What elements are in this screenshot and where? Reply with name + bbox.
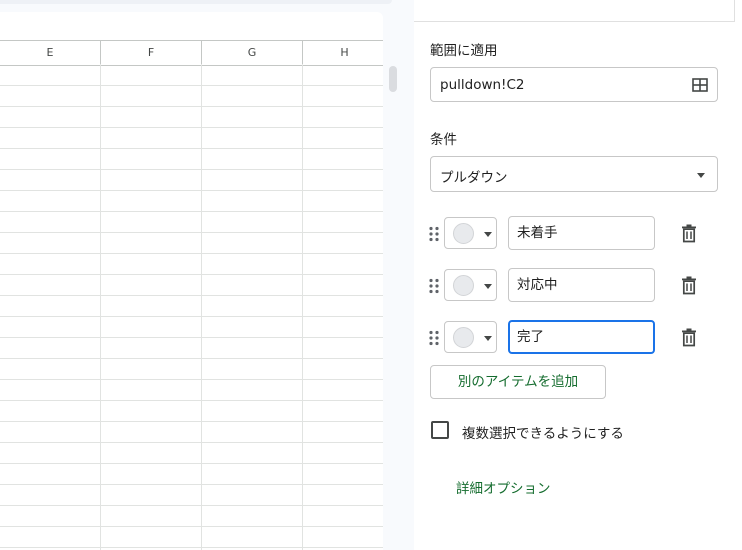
table-row[interactable] bbox=[0, 191, 383, 212]
dropdown-item: 対応中 bbox=[428, 268, 728, 303]
dropdown-item: 未着手 bbox=[428, 216, 728, 251]
drag-handle-icon[interactable] bbox=[428, 226, 440, 242]
range-label: 範囲に適用 bbox=[430, 43, 498, 59]
sheet-card: E F G H bbox=[0, 12, 383, 550]
scrollbar-thumb[interactable] bbox=[389, 66, 397, 92]
table-row[interactable] bbox=[0, 422, 383, 443]
column-header-row: E F G H bbox=[0, 40, 383, 66]
column-header-g[interactable]: G bbox=[202, 41, 303, 65]
table-row[interactable] bbox=[0, 359, 383, 380]
table-row[interactable] bbox=[0, 380, 383, 401]
table-row[interactable] bbox=[0, 107, 383, 128]
table-row[interactable] bbox=[0, 233, 383, 254]
table-row[interactable] bbox=[0, 443, 383, 464]
item-color-button[interactable] bbox=[444, 217, 497, 249]
toolbar-edge bbox=[0, 0, 392, 4]
table-row[interactable] bbox=[0, 128, 383, 149]
add-item-button[interactable]: 別のアイテムを追加 bbox=[430, 365, 606, 399]
condition-value: プルダウン bbox=[440, 170, 508, 186]
drag-handle-icon[interactable] bbox=[428, 278, 440, 294]
spreadsheet-area: E F G H bbox=[0, 0, 400, 550]
table-row[interactable] bbox=[0, 296, 383, 317]
table-row[interactable] bbox=[0, 464, 383, 485]
item-value-input[interactable]: 対応中 bbox=[508, 268, 655, 302]
chevron-down-icon bbox=[484, 232, 492, 237]
chevron-down-icon bbox=[697, 173, 705, 178]
multi-select-label[interactable]: 複数選択できるようにする bbox=[462, 422, 624, 442]
table-row[interactable] bbox=[0, 86, 383, 107]
trash-icon[interactable] bbox=[681, 276, 697, 295]
table-row[interactable] bbox=[0, 65, 383, 86]
table-row[interactable] bbox=[0, 506, 383, 527]
condition-label: 条件 bbox=[430, 132, 457, 148]
table-row[interactable] bbox=[0, 401, 383, 422]
column-header-f[interactable]: F bbox=[101, 41, 202, 65]
table-row[interactable] bbox=[0, 212, 383, 233]
drag-handle-icon[interactable] bbox=[428, 330, 440, 346]
cell-grid[interactable]: E F G H bbox=[0, 40, 383, 550]
table-row[interactable] bbox=[0, 485, 383, 506]
color-swatch bbox=[453, 223, 474, 244]
chevron-down-icon bbox=[484, 336, 492, 341]
panel-divider bbox=[414, 21, 734, 22]
color-swatch bbox=[453, 327, 474, 348]
column-header-e[interactable]: E bbox=[0, 41, 101, 65]
panel-divider bbox=[734, 0, 735, 22]
select-range-icon[interactable] bbox=[692, 78, 708, 92]
table-row[interactable] bbox=[0, 338, 383, 359]
condition-select[interactable]: プルダウン bbox=[430, 156, 718, 192]
multi-select-checkbox[interactable] bbox=[431, 421, 449, 439]
color-swatch bbox=[453, 275, 474, 296]
advanced-options-link[interactable]: 詳細オプション bbox=[456, 477, 551, 497]
table-row[interactable] bbox=[0, 149, 383, 170]
item-color-button[interactable] bbox=[444, 321, 497, 353]
trash-icon[interactable] bbox=[681, 328, 697, 347]
item-color-button[interactable] bbox=[444, 269, 497, 301]
item-value-input[interactable]: 未着手 bbox=[508, 216, 655, 250]
table-row[interactable] bbox=[0, 317, 383, 338]
table-row[interactable] bbox=[0, 275, 383, 296]
chevron-down-icon bbox=[484, 284, 492, 289]
range-value: pulldown!C2 bbox=[440, 77, 525, 93]
trash-icon[interactable] bbox=[681, 224, 697, 243]
table-row[interactable] bbox=[0, 254, 383, 275]
column-header-h[interactable]: H bbox=[303, 41, 383, 65]
table-row[interactable] bbox=[0, 170, 383, 191]
range-input[interactable]: pulldown!C2 bbox=[430, 67, 718, 102]
table-row[interactable] bbox=[0, 527, 383, 548]
dropdown-item: 完了 bbox=[428, 320, 728, 355]
item-value-input[interactable]: 完了 bbox=[508, 320, 655, 354]
data-validation-panel: 範囲に適用 pulldown!C2 条件 プルダウン 未着手 対応中 完了 別の… bbox=[414, 0, 742, 550]
